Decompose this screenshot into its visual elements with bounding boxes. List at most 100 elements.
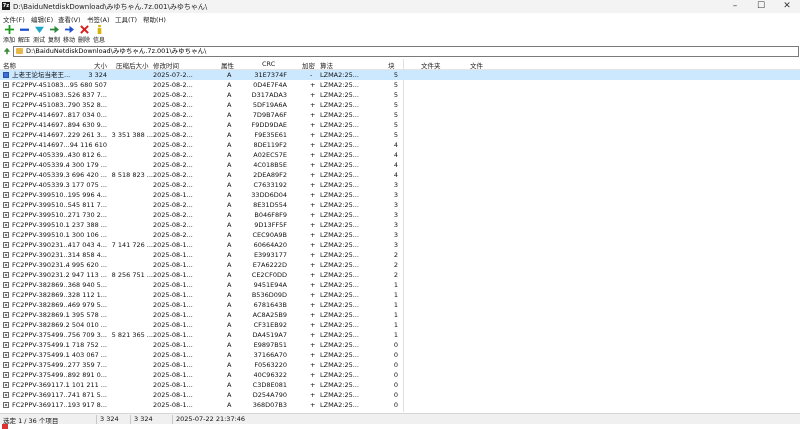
close-button[interactable]: ✕ bbox=[774, 0, 800, 13]
maximize-button[interactable]: ☐ bbox=[748, 0, 774, 13]
delete-button[interactable]: 删除 bbox=[76, 24, 92, 44]
col-name[interactable]: 名称 bbox=[3, 60, 16, 70]
up-folder-icon[interactable] bbox=[3, 47, 11, 55]
minimize-button[interactable]: – bbox=[722, 0, 748, 13]
file-row[interactable]: FC2PPV-451083... 95 680 507 2025-08-2... A 0… bbox=[0, 80, 800, 90]
cell-crc: A02EC57E bbox=[253, 151, 287, 159]
file-row[interactable]: FC2PPV-399510... 271 730 2... 2025-08-2...… bbox=[0, 210, 800, 220]
extract-button[interactable]: 解压 bbox=[16, 24, 32, 44]
file-icon-mark bbox=[5, 304, 7, 306]
cell-crc: D317ADA3 bbox=[251, 91, 287, 99]
video-file-icon bbox=[3, 162, 9, 168]
col-files[interactable]: 文件 bbox=[470, 60, 483, 70]
cell-block: 2 bbox=[393, 251, 398, 259]
cell-size: 894 630 9... bbox=[67, 121, 107, 129]
file-row[interactable]: FC2PPV-399510... 545 811 7... 2025-08-2...… bbox=[0, 200, 800, 210]
file-row[interactable]: FC2PPV-414697... 817 034 0... 2025-08-2...… bbox=[0, 110, 800, 120]
cell-attributes: A bbox=[227, 251, 232, 259]
file-row[interactable]: FC2PPV-375499... 892 891 0... 2025-08-1...… bbox=[0, 370, 800, 380]
move-icon bbox=[65, 25, 74, 34]
cell-encrypted: + bbox=[310, 281, 316, 289]
col-folders[interactable]: 文件夹 bbox=[421, 60, 441, 70]
cell-encrypted: + bbox=[310, 221, 316, 229]
file-row[interactable]: FC2PPV-375499... 1 403 067 ... 2025-08-1..… bbox=[0, 350, 800, 360]
file-row[interactable]: FC2PPV-390231... 4 995 620 ... 2025-08-1..… bbox=[0, 260, 800, 270]
video-file-icon bbox=[3, 342, 9, 348]
file-row[interactable]: FC2PPV-369117... 1 101 211 ... 2025-08-1..… bbox=[0, 380, 800, 390]
video-file-icon bbox=[3, 382, 9, 388]
file-row[interactable]: FC2PPV-405339... 4 300 179 ... 2025-08-2..… bbox=[0, 160, 800, 170]
add-button[interactable]: 添加 bbox=[1, 24, 17, 44]
file-row[interactable]: FC2PPV-399510... 1 300 106 ... 2025-08-2..… bbox=[0, 230, 800, 240]
file-row[interactable]: FC2PPV-375499... 1 718 752 ... 2025-08-1..… bbox=[0, 340, 800, 350]
test-button[interactable]: 测试 bbox=[31, 24, 47, 44]
cell-size: 430 812 6... bbox=[67, 151, 107, 159]
file-row[interactable]: 上老王论坛当老王... 3 324 2025-07-2... A 31E7374F - LZ… bbox=[0, 70, 800, 80]
cell-modified: 2025-08-1... bbox=[153, 341, 193, 349]
col-size[interactable]: 大小 bbox=[94, 60, 107, 70]
copy-button[interactable]: 复制 bbox=[46, 24, 62, 44]
video-file-icon bbox=[3, 122, 9, 128]
file-row[interactable]: FC2PPV-382869... 469 979 5... 2025-08-1...… bbox=[0, 300, 800, 310]
file-row[interactable]: FC2PPV-375499... 277 359 7... 2025-08-1...… bbox=[0, 360, 800, 370]
cell-block: 0 bbox=[393, 401, 398, 409]
file-row[interactable]: FC2PPV-451083... 790 352 8... 2025-08-2...… bbox=[0, 100, 800, 110]
cell-method: LZMA2:25... bbox=[320, 261, 359, 269]
video-file-icon bbox=[3, 292, 9, 298]
file-row[interactable]: FC2PPV-405339... 430 812 6... 2025-08-2...… bbox=[0, 150, 800, 160]
file-icon-mark bbox=[5, 104, 7, 106]
cell-crc: E9897B51 bbox=[253, 341, 287, 349]
cell-size: 1 101 211 ... bbox=[65, 381, 107, 389]
file-icon-mark bbox=[5, 264, 7, 266]
cell-block: 1 bbox=[393, 311, 398, 319]
cell-modified: 2025-08-2... bbox=[153, 81, 193, 89]
cell-encrypted: + bbox=[310, 171, 316, 179]
file-row[interactable]: FC2PPV-382869... 328 112 1... 2025-08-1...… bbox=[0, 290, 800, 300]
file-list[interactable]: 名称 大小 压缩后大小 修改时间 属性 CRC 加密 算法 块 文件夹 文件 上… bbox=[0, 59, 800, 412]
file-row[interactable]: FC2PPV-405339... 3 177 075 ... 2025-08-2..… bbox=[0, 180, 800, 190]
col-attributes[interactable]: 属性 bbox=[221, 60, 234, 70]
move-button[interactable]: 移动 bbox=[61, 24, 77, 44]
cell-method: LZMA2:25... bbox=[320, 181, 359, 189]
file-row[interactable]: FC2PPV-399510... 195 996 4... 2025-08-1...… bbox=[0, 190, 800, 200]
file-row[interactable]: FC2PPV-382869... 368 940 5... 2025-08-1...… bbox=[0, 280, 800, 290]
col-method[interactable]: 算法 bbox=[320, 60, 333, 70]
file-row[interactable]: FC2PPV-405339... 3 696 420 ... 8 518 823 .… bbox=[0, 170, 800, 180]
cell-crc: 2DEA89F2 bbox=[253, 171, 287, 179]
cell-attributes: A bbox=[227, 321, 232, 329]
file-row[interactable]: FC2PPV-369117... 741 871 5... 2025-08-1...… bbox=[0, 390, 800, 400]
cell-method: LZMA2:25... bbox=[320, 101, 359, 109]
file-row[interactable]: FC2PPV-451083... 526 837 7... 2025-08-2...… bbox=[0, 90, 800, 100]
cell-crc: 8E31D554 bbox=[253, 201, 287, 209]
toolbar: 添加 解压 测试 复制 移动 删除 信息 bbox=[0, 23, 800, 45]
file-row[interactable]: FC2PPV-375499... 756 709 3... 5 821 365 ..… bbox=[0, 330, 800, 340]
col-block[interactable]: 块 bbox=[388, 60, 395, 70]
cell-method: LZMA2:25... bbox=[320, 151, 359, 159]
col-encrypted[interactable]: 加密 bbox=[302, 60, 315, 70]
file-icon-mark bbox=[5, 324, 7, 326]
status-packed: 3 324 bbox=[134, 415, 153, 423]
file-row[interactable]: FC2PPV-414697... 94 116 610 2025-08-2... A 8… bbox=[0, 140, 800, 150]
file-row[interactable]: FC2PPV-399510... 1 237 388 ... 2025-08-2..… bbox=[0, 220, 800, 230]
cell-block: 3 bbox=[393, 211, 398, 219]
file-row[interactable]: FC2PPV-369117... 193 917 8... 2025-08-1...… bbox=[0, 400, 800, 410]
cell-attributes: A bbox=[227, 341, 232, 349]
col-crc[interactable]: CRC bbox=[262, 60, 275, 68]
file-row[interactable]: FC2PPV-390231... 314 858 4... 2025-08-1...… bbox=[0, 250, 800, 260]
file-row[interactable]: FC2PPV-390231... 2 947 113 ... 8 256 751 .… bbox=[0, 270, 800, 280]
file-row[interactable]: FC2PPV-382869... 1 395 578 ... 2025-08-1..… bbox=[0, 310, 800, 320]
cell-encrypted: + bbox=[310, 111, 316, 119]
7zip-app-icon: 7z bbox=[2, 2, 10, 10]
file-row[interactable]: FC2PPV-414697... 894 630 9... 2025-08-2...… bbox=[0, 120, 800, 130]
col-packed[interactable]: 压缩后大小 bbox=[116, 60, 149, 70]
cell-method: LZMA2:25... bbox=[320, 401, 359, 409]
file-row[interactable]: FC2PPV-382869... 2 504 010 ... 2025-08-1..… bbox=[0, 320, 800, 330]
file-row[interactable]: FC2PPV-414697... 229 261 3... 3 351 388 ..… bbox=[0, 130, 800, 140]
file-icon-mark bbox=[5, 404, 7, 406]
cell-modified: 2025-08-2... bbox=[153, 91, 193, 99]
col-modified[interactable]: 修改时间 bbox=[153, 60, 179, 70]
info-button[interactable]: 信息 bbox=[91, 24, 107, 44]
cell-encrypted: + bbox=[310, 151, 316, 159]
file-row[interactable]: FC2PPV-390231... 417 043 4... 7 141 726 ..… bbox=[0, 240, 800, 250]
path-field[interactable]: D:\BaiduNetdiskDownload\みゆちゃん.7z.001\みゆち… bbox=[13, 46, 799, 57]
